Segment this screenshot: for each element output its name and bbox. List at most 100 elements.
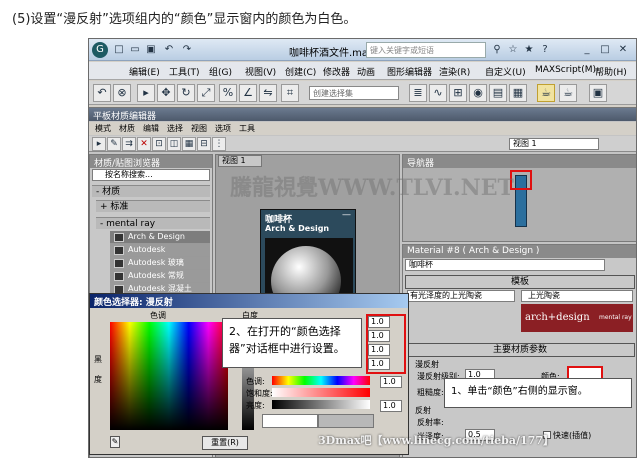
value-bar[interactable] (272, 400, 370, 409)
list-item[interactable]: Autodesk 常规 (110, 270, 210, 283)
group-mentalray[interactable]: - mental ray (96, 217, 210, 229)
eyedropper-icon[interactable]: ✎ (110, 436, 120, 448)
main-params-rollout[interactable]: 主要材质参数 (405, 343, 635, 357)
menu-customize[interactable]: 自定义(U) (485, 65, 526, 78)
render-frame-icon[interactable]: ▦ (509, 84, 527, 102)
search-input[interactable]: 键入关键字或短语 (366, 42, 486, 58)
me-menu-utilities[interactable]: 工具 (239, 123, 255, 134)
named-sel-icon[interactable]: ⌗ (281, 84, 299, 102)
move-icon[interactable]: ✥ (157, 84, 175, 102)
schematic-icon[interactable]: ⊞ (449, 84, 467, 102)
tab-view1[interactable]: 视图 1 (218, 155, 262, 167)
rotate-icon[interactable]: ↻ (177, 84, 195, 102)
fast-label: 快速(插值) (553, 431, 592, 440)
arrange-icon[interactable]: ⋮ (212, 137, 226, 151)
link-icon[interactable]: ⊗ (113, 84, 131, 102)
assign-icon[interactable]: ⇉ (122, 137, 136, 151)
app-logo-icon[interactable]: G (92, 42, 108, 58)
menu-maxscript[interactable]: MAXScript(M) (535, 65, 596, 75)
me-menu-edit[interactable]: 编辑 (143, 123, 159, 134)
angle-snap-icon[interactable]: ∠ (239, 84, 257, 102)
menu-edit[interactable]: 编辑(E) (129, 65, 160, 78)
new-icon[interactable]: □ (113, 44, 125, 56)
list-item[interactable]: Autodesk 玻璃 (110, 257, 210, 270)
val-spinner[interactable]: 1.0 (380, 400, 402, 412)
menu-create[interactable]: 创建(C) (285, 65, 316, 78)
group-standard[interactable]: + 标准 (96, 200, 210, 212)
help-icon[interactable]: ? (539, 44, 551, 56)
hue-bar[interactable] (272, 376, 370, 385)
save-icon[interactable]: ▣ (145, 44, 157, 56)
material-editor-title: 平板材质编辑器 (89, 108, 636, 122)
me-menu-material[interactable]: 材质 (119, 123, 135, 134)
background-icon[interactable]: ▦ (182, 137, 196, 151)
menu-tools[interactable]: 工具(T) (169, 65, 200, 78)
menu-animation[interactable]: 动画 (357, 65, 375, 78)
degree-label: 度 (94, 375, 102, 384)
pick-icon[interactable]: ▸ (92, 137, 106, 151)
menu-graph-editors[interactable]: 图形编辑器 (387, 65, 432, 78)
me-menu-modes[interactable]: 模式 (95, 123, 111, 134)
main-toolbar: ↶ ⊗ ▸ ✥ ↻ ⤢ % ∠ ⇋ ⌗ 创建选择集 ≣ ∿ ⊞ ◉ ▤ ▦ ☕ … (89, 81, 636, 105)
material-editor-menu: 模式 材质 编辑 选择 视图 选项 工具 (89, 122, 636, 135)
reflection-group-label: 反射 (415, 406, 431, 415)
delete-icon[interactable]: ✕ (137, 137, 151, 151)
menu-rendering[interactable]: 渲染(R) (439, 65, 470, 78)
curve-editor-icon[interactable]: ∿ (429, 84, 447, 102)
render-icon[interactable]: ☕ (559, 84, 577, 102)
undo-icon[interactable]: ↶ (163, 44, 175, 56)
menu-views[interactable]: 视图(V) (245, 65, 276, 78)
hue-field[interactable] (110, 322, 228, 430)
maximize-icon[interactable]: □ (599, 44, 611, 56)
selection-set-dropdown[interactable]: 创建选择集 (309, 86, 399, 100)
menu-group[interactable]: 组(G) (209, 65, 232, 78)
minimize-icon[interactable]: _ (581, 44, 593, 56)
template-select[interactable]: 上光陶瓷 (521, 290, 633, 302)
saturation-bar[interactable] (272, 388, 370, 397)
instruction-text: (5)设置“漫反射”选项组内的“颜色”显示窗内的颜色为白色。 (12, 12, 357, 27)
group-material[interactable]: - 材质 (92, 185, 210, 197)
render-setup-icon[interactable]: ▤ (489, 84, 507, 102)
material-list: Arch & Design Autodesk Plastic/Vinyl Aut… (110, 231, 210, 296)
list-item[interactable]: Arch & Design (110, 231, 210, 244)
open-icon[interactable]: ▭ (129, 44, 141, 56)
reset-button[interactable]: 重置(R) (202, 436, 248, 450)
material-thumb-icon (114, 259, 124, 268)
scale-icon[interactable]: ⤢ (197, 84, 215, 102)
key-icon[interactable]: ☆ (507, 44, 519, 56)
snap-icon[interactable]: % (219, 84, 237, 102)
title-bar: G □ ▭ ▣ ↶ ↷ 咖啡杯酒文件.max 键入关键字或短语 ⚲ ☆ ★ ? … (89, 39, 636, 61)
layer-icon[interactable]: ≣ (409, 84, 427, 102)
me-menu-view[interactable]: 视图 (191, 123, 207, 134)
menu-modifiers[interactable]: 修改器 (323, 65, 350, 78)
unique-icon[interactable]: ⊡ (152, 137, 166, 151)
eyedropper-icon[interactable]: ✎ (107, 137, 121, 151)
close-icon[interactable]: ✕ (617, 44, 629, 56)
search-icon[interactable]: ⚲ (491, 44, 503, 56)
browser-search-input[interactable]: 按名称搜索... (92, 169, 210, 181)
view-dropdown[interactable]: 视图 1 (509, 138, 599, 150)
templates-rollout[interactable]: 模板 (405, 275, 635, 289)
sat-spinner[interactable]: 1.0 (380, 376, 402, 388)
material-name-input[interactable]: 咖啡杯 (405, 259, 605, 271)
new-color-preview (262, 414, 318, 428)
select-icon[interactable]: ▸ (137, 84, 155, 102)
teapot-icon[interactable]: ☕ (537, 84, 555, 102)
list-item[interactable]: Autodesk Plastic/Vinyl (110, 244, 210, 266)
redo-icon[interactable]: ↷ (181, 44, 193, 56)
show-map-icon[interactable]: ◫ (167, 137, 181, 151)
material-editor-icon[interactable]: ◉ (469, 84, 487, 102)
me-menu-select[interactable]: 选择 (167, 123, 183, 134)
undo-tool-icon[interactable]: ↶ (93, 84, 111, 102)
hue-label: 色调 (150, 311, 166, 320)
star-icon[interactable]: ★ (523, 44, 535, 56)
mirror-icon[interactable]: ⇋ (259, 84, 277, 102)
render-active-icon[interactable]: ▣ (589, 84, 607, 102)
node-subtitle: Arch & Design (265, 224, 330, 233)
menu-help[interactable]: 帮助(H) (595, 65, 627, 78)
watermark-bottom: 3Dmax吧【www.linecg.com/tieba/177】 (318, 434, 554, 447)
me-menu-options[interactable]: 选项 (215, 123, 231, 134)
brand-small: mental ray (599, 314, 632, 321)
node-collapse-icon[interactable]: — (342, 210, 351, 220)
layout-icon[interactable]: ⊟ (197, 137, 211, 151)
